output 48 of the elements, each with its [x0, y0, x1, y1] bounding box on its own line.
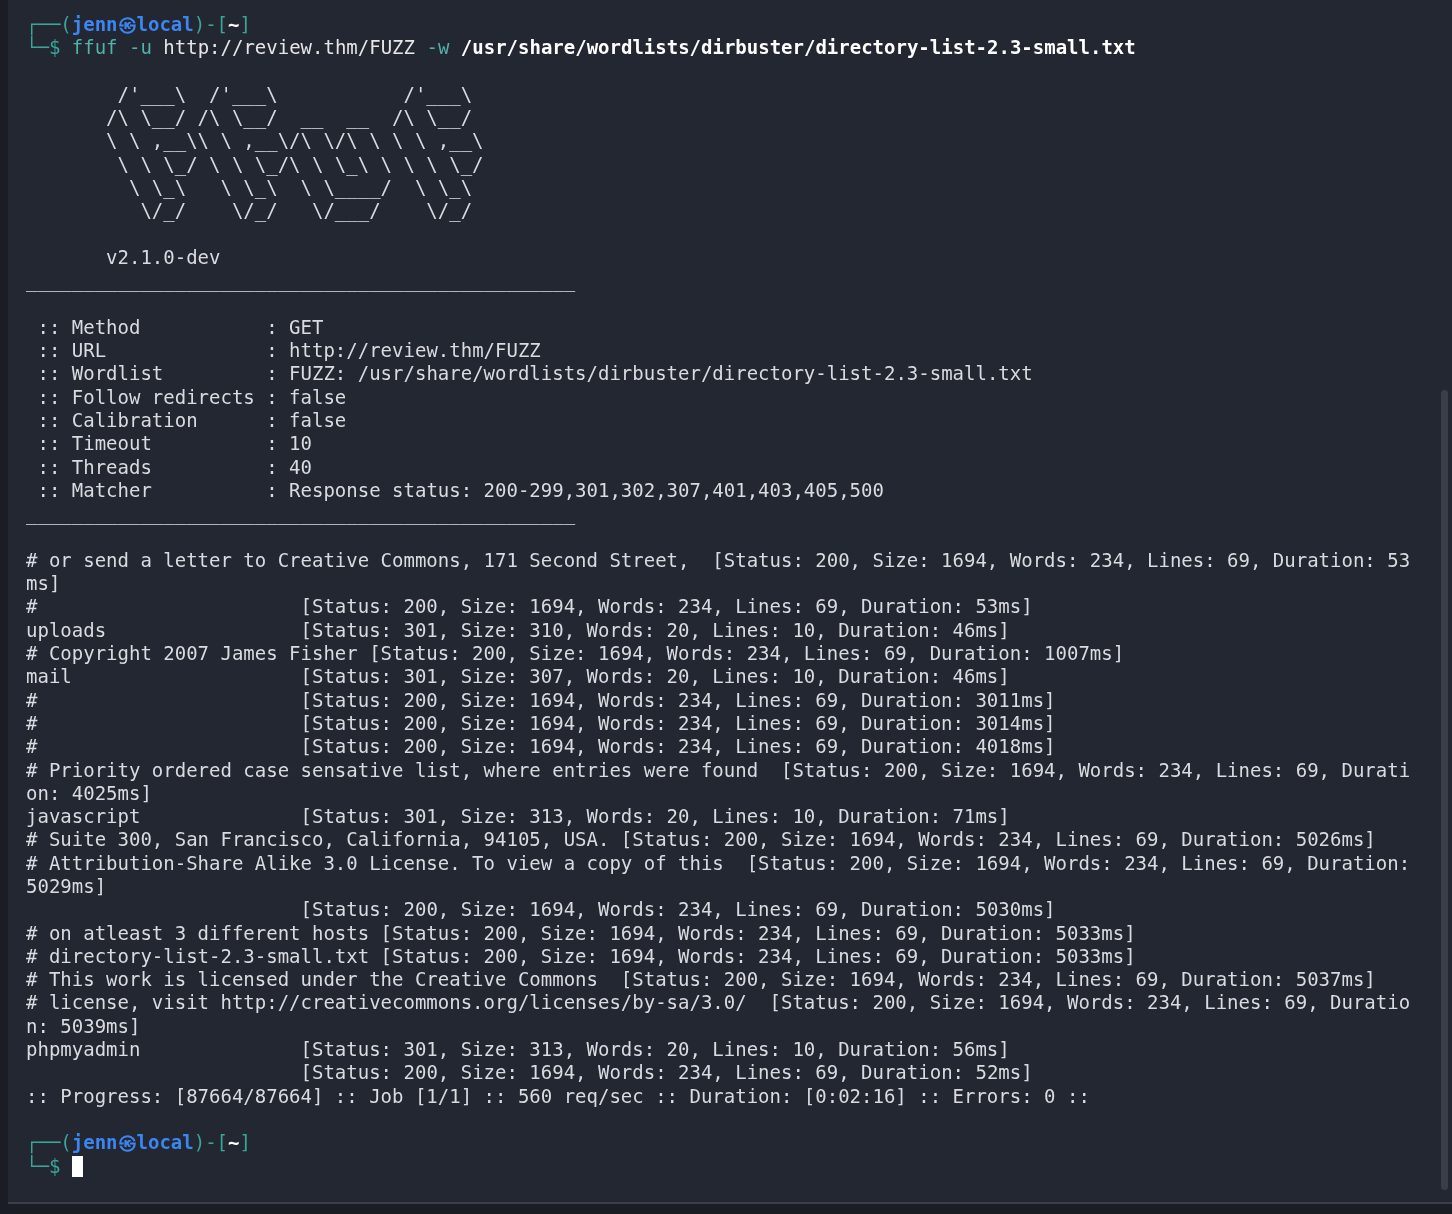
result-line: uploads [Status: 301, Size: 310, Words: 20, Lines: 10, Duration: 46ms]: [26, 618, 1011, 642]
result-line: # or send a letter to Creative Commons, 171 Second Street, [Status: 200, Size: 1694, Words: 234, Lines: 69, Duration: 53ms]: [26, 548, 1411, 596]
prompt-symbol: └─$: [26, 1154, 61, 1177]
prompt-frame: ]: [239, 13, 251, 35]
config-line: :: Timeout : 10: [36, 432, 313, 456]
prompt-directory: ~: [228, 13, 240, 35]
result-line: # This work is licensed under the Creative Commons [Status: 200, Size: 1694, Words: 234, Lines: 69, Duration: 5037ms]: [26, 968, 1377, 992]
prompt-user-host: jenn㉿local: [71, 1131, 194, 1154]
config-line: :: Matcher : Response status: 200-299,301,302,307,401,403,405,500: [36, 478, 885, 503]
config-line: :: Wordlist : FUZZ: /usr/share/wordlists/dirbuster/directory-list-2.3-small.txt: [36, 362, 1034, 386]
config-line: :: Threads : 40: [36, 455, 313, 479]
result-line: # [Status: 200, Size: 1694, Words: 234, Lines: 69, Duration: 53ms]: [26, 595, 1034, 619]
prompt-directory: ~: [228, 1131, 240, 1154]
result-line: # Attribution-Share Alike 3.0 License. To view a copy of this [Status: 200, Size: 1694, Words: 234, Lines: 69, Duration: 5029ms]: [26, 851, 1411, 899]
result-line: [Status: 200, Size: 1694, Words: 234, Lines: 69, Duration: 52ms]: [299, 1061, 1034, 1085]
result-line: mail [Status: 301, Size: 307, Words: 20, Lines: 10, Duration: 46ms]: [26, 665, 1011, 689]
result-line: phpmyadmin [Status: 301, Size: 313, Words: 20, Lines: 10, Duration: 56ms]: [26, 1038, 1011, 1062]
prompt-frame: ]: [239, 1131, 251, 1154]
command-token: ffuf: [71, 36, 118, 59]
result-line: [Status: 200, Size: 1694, Words: 234, Lines: 69, Duration: 5030ms]: [299, 898, 1057, 922]
command-token: -w: [426, 36, 450, 59]
version-text: v2.1.0-dev: [105, 245, 222, 270]
text-cursor: [71, 1155, 83, 1177]
config-line: :: Method : GET: [36, 315, 325, 340]
prompt-user-host: jenn㉿local: [71, 13, 194, 35]
result-line: # Suite 300, San Francisco, California, 94105, USA. [Status: 200, Size: 1694, Words: 234, Lines: 69, Duration: 5026ms]: [26, 828, 1377, 852]
prompt-frame: ┌──(: [26, 1131, 72, 1154]
result-line: # [Status: 200, Size: 1694, Words: 234, Lines: 69, Duration: 3011ms]: [26, 688, 1057, 712]
result-line: # [Status: 200, Size: 1694, Words: 234, Lines: 69, Duration: 3014ms]: [26, 711, 1057, 736]
result-line: # on atleast 3 different hosts [Status: 200, Size: 1694, Words: 234, Lines: 69, Duration: 5033ms]: [26, 921, 1137, 945]
command-token: -u: [129, 36, 152, 59]
result-line: # Copyright 2007 James Fisher [Status: 200, Size: 1694, Words: 234, Lines: 69, Duration: 1007ms]: [26, 642, 1126, 666]
separator-line: ________________________________________________: [26, 502, 577, 526]
progress-line: :: Progress: [87664/87664] :: Job [1/1] :: 560 req/sec :: Duration: [0:02:16] :: Errors: 0 ::: [26, 1084, 1091, 1108]
config-line: :: Calibration : false: [36, 409, 348, 433]
result-line: # directory-list-2.3-small.txt [Status: 200, Size: 1694, Words: 234, Lines: 69, Duration: 5033ms]: [26, 944, 1137, 969]
separator-line: ________________________________________________: [26, 269, 577, 293]
ascii-art-logo: /'___\ /'___\ /'___\ /\ \__/ /\ \__/ __ __ /\ \__/ \ \ ,__\\ \ ,__\/\ \/\ \ \ \ ,__\ \ \ \_/ \ \ \_/\ \ \_\ \ \ \ \_/ \ \_\ \ \_\ \ \____/ \ \_\ \/_/ \/_/ \/___/ \/_/: [105, 82, 485, 223]
command-token: /usr/share/wordlists/dirbuster/directory-list-2.3-small.txt: [460, 36, 1136, 59]
result-line: # [Status: 200, Size: 1694, Words: 234, Lines: 69, Duration: 4018ms]: [26, 735, 1057, 759]
config-line: :: Follow redirects : false: [36, 385, 348, 410]
command-token: http://review.thm/FUZZ: [163, 36, 415, 59]
result-line: javascript [Status: 301, Size: 313, Words: 20, Lines: 10, Duration: 71ms]: [26, 805, 1011, 829]
prompt-frame: )-[: [193, 13, 229, 35]
config-line: :: URL : http://review.thm/FUZZ: [36, 339, 542, 363]
prompt-frame: ┌──(: [26, 13, 72, 35]
prompt-symbol: └─$: [26, 36, 61, 59]
prompt-frame: )-[: [193, 1131, 229, 1154]
